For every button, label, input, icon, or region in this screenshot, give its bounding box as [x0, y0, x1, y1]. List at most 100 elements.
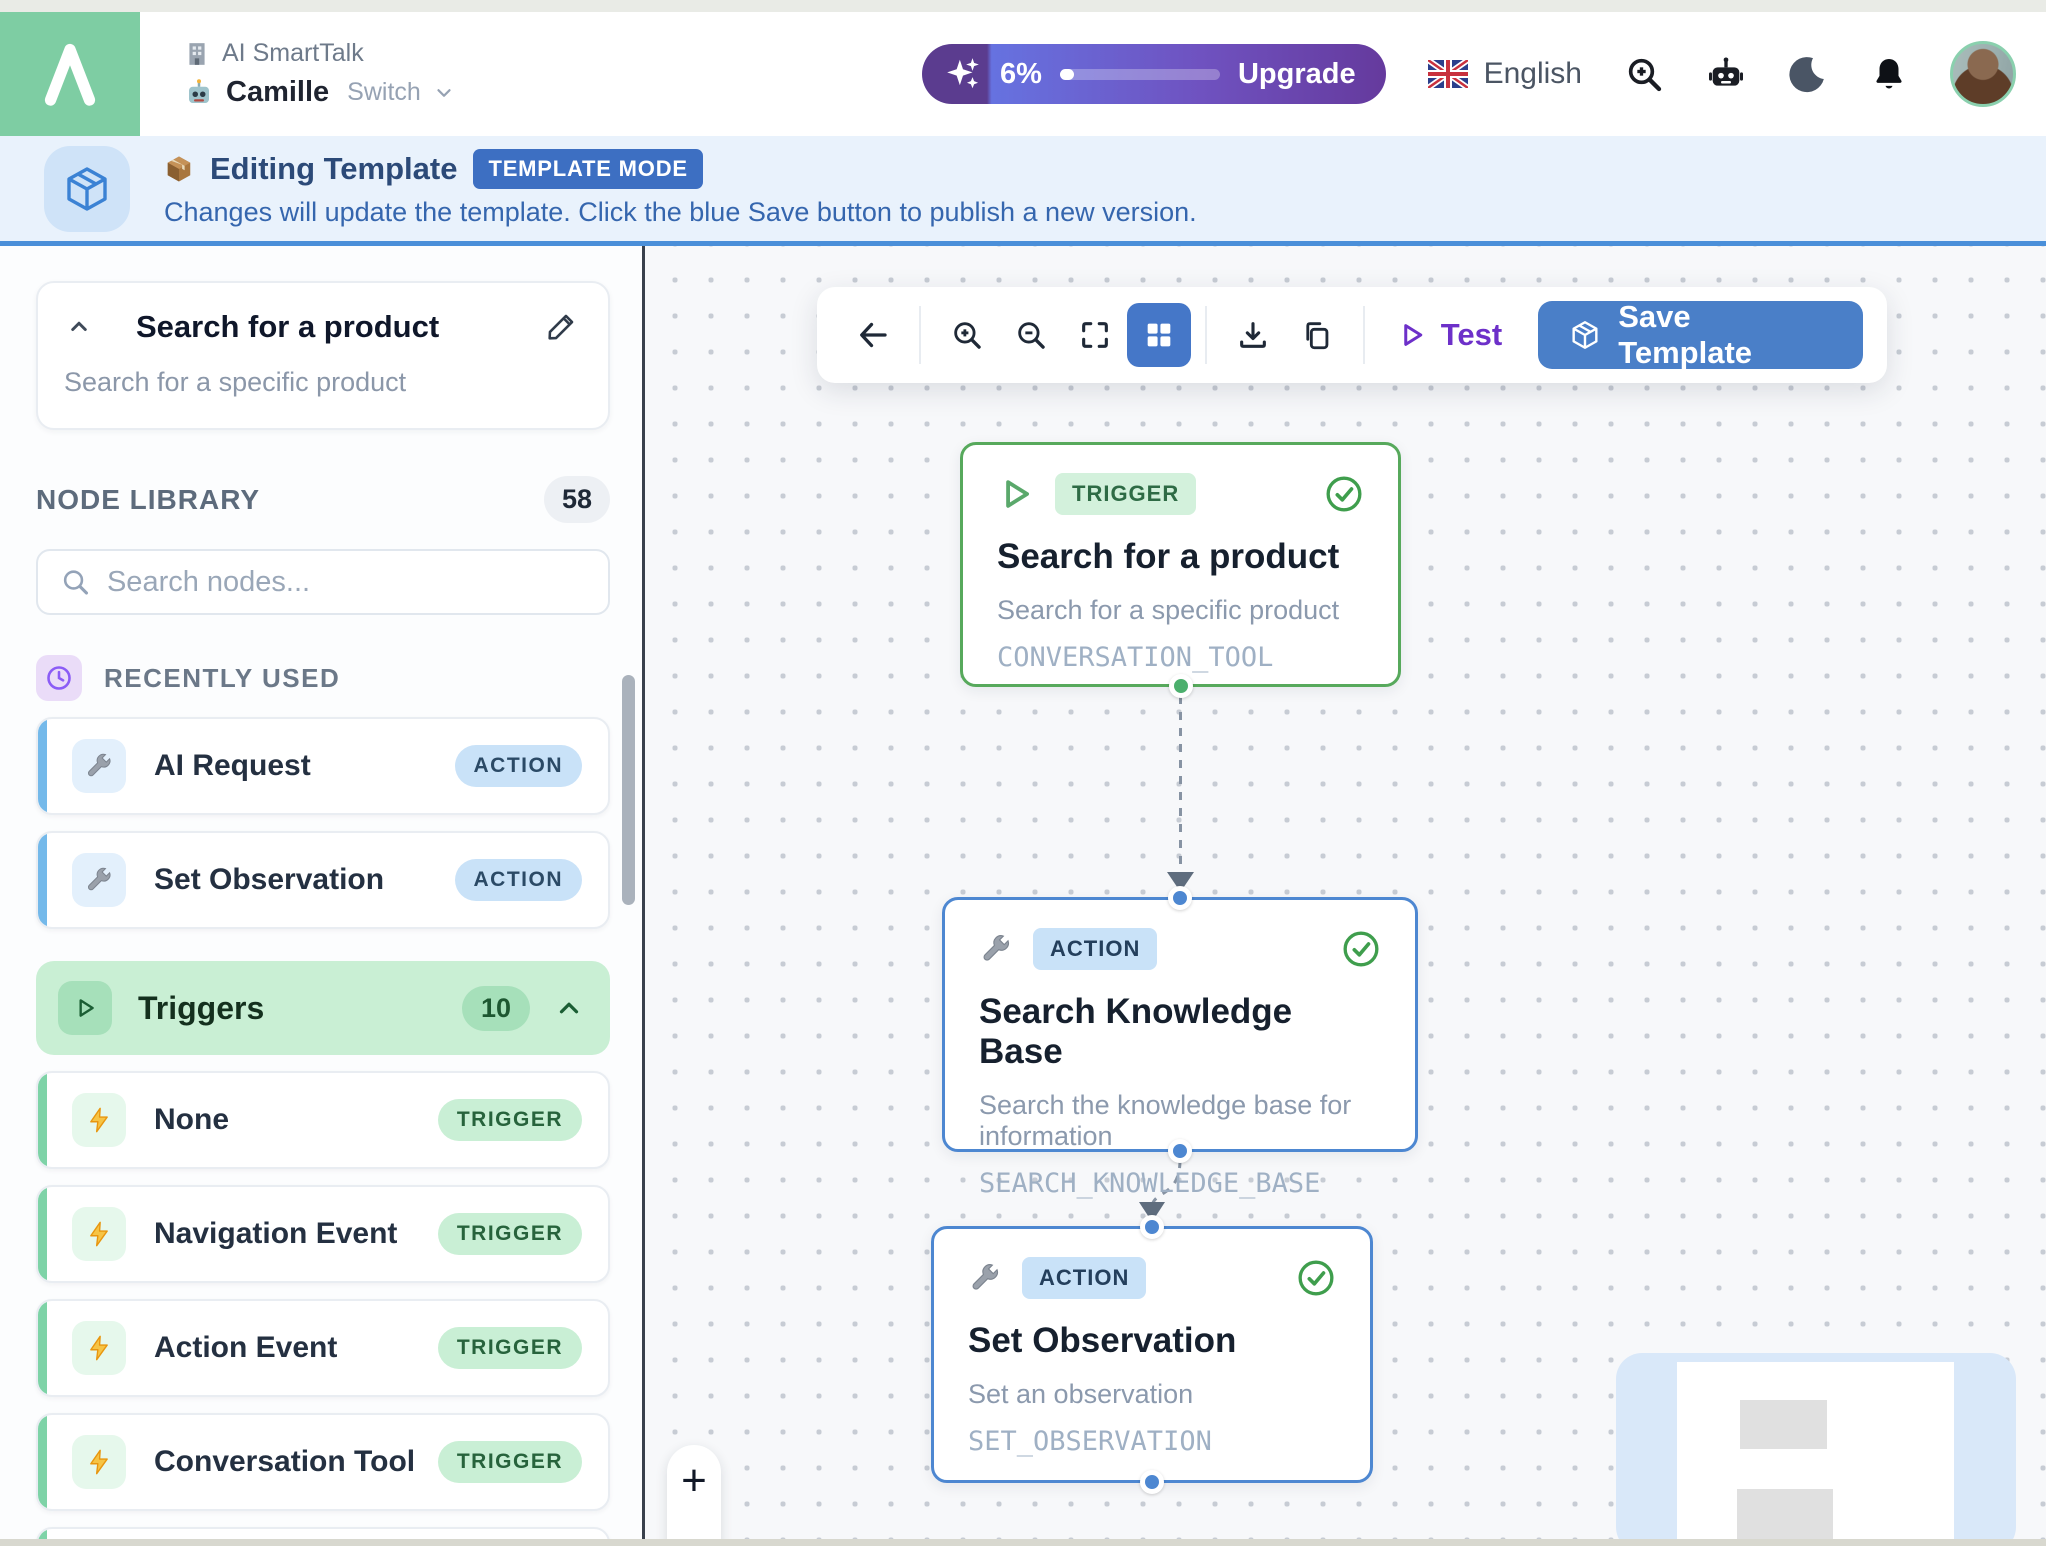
flow-title: Search for a product	[136, 309, 439, 345]
node-output-handle[interactable]	[1169, 674, 1193, 698]
flow-overview-card: Search for a product Search for a specif…	[36, 281, 610, 430]
collapse-chevron-icon[interactable]	[64, 312, 94, 342]
chevron-down-icon[interactable]	[433, 82, 455, 104]
wrench-icon	[968, 1261, 1002, 1295]
edit-pencil-icon[interactable]	[544, 310, 578, 344]
minimap-node	[1740, 1400, 1827, 1449]
template-mode-badge: TEMPLATE MODE	[473, 149, 702, 189]
library-item-none[interactable]: None TRIGGER	[36, 1071, 610, 1169]
lightning-icon	[72, 1093, 126, 1147]
app-logo[interactable]	[0, 12, 140, 136]
action-badge: ACTION	[455, 745, 583, 787]
node-title: Search Knowledge Base	[979, 992, 1381, 1072]
flow-canvas[interactable]: Test Save Template TRIGGER Search for a …	[645, 246, 2046, 1541]
test-label: Test	[1441, 317, 1502, 353]
fit-view-icon[interactable]	[1063, 303, 1127, 367]
banner-description: Changes will update the template. Click …	[164, 197, 1197, 228]
lightning-icon	[72, 1207, 126, 1261]
usage-progress-fill	[1060, 69, 1074, 80]
upgrade-button[interactable]: 6% Upgrade	[922, 44, 1386, 104]
node-type-badge: ACTION	[1022, 1257, 1146, 1299]
banner-title: Editing Template	[210, 151, 457, 187]
library-item-action-event[interactable]: Action Event TRIGGER	[36, 1299, 610, 1397]
search-nodes-input[interactable]	[107, 566, 586, 599]
play-icon-box	[58, 981, 112, 1035]
node-type-badge: TRIGGER	[1055, 473, 1196, 515]
moon-icon[interactable]	[1788, 54, 1828, 94]
trigger-badge: TRIGGER	[438, 1099, 582, 1141]
clock-icon	[45, 664, 73, 692]
library-item-conversation-tool[interactable]: Conversation Tool TRIGGER	[36, 1413, 610, 1511]
agent-switch-link[interactable]: Switch	[347, 78, 421, 107]
check-circle-icon	[1324, 474, 1364, 514]
node-code: CONVERSATION_TOOL	[997, 642, 1364, 673]
check-circle-icon	[1341, 929, 1381, 969]
building-icon	[184, 41, 210, 67]
back-arrow-icon[interactable]	[841, 303, 905, 367]
lambda-logo-icon	[31, 35, 109, 113]
node-input-handle[interactable]	[1140, 1215, 1164, 1239]
package-icon	[1568, 318, 1602, 352]
save-template-button[interactable]: Save Template	[1538, 301, 1863, 369]
library-item-ai-request[interactable]: AI Request ACTION	[36, 717, 610, 815]
template-mode-banner: Editing Template TEMPLATE MODE Changes w…	[0, 136, 2046, 246]
toolbar-divider	[1205, 306, 1207, 364]
node-title: Search for a product	[997, 537, 1364, 577]
triggers-count-badge: 10	[462, 986, 530, 1031]
triggers-section-header[interactable]: Triggers 10	[36, 961, 610, 1055]
window-bottom-strip	[0, 1539, 2046, 1546]
bell-icon[interactable]	[1870, 55, 1908, 93]
usage-percent: 6%	[1000, 58, 1042, 91]
language-selector[interactable]: English	[1428, 57, 1582, 91]
library-item-label: Conversation Tool	[154, 1445, 415, 1479]
lightning-icon	[72, 1435, 126, 1489]
copy-icon[interactable]	[1285, 303, 1349, 367]
trigger-badge: TRIGGER	[438, 1213, 582, 1255]
trigger-badge: TRIGGER	[438, 1327, 582, 1369]
window-top-strip	[0, 0, 2046, 12]
agent-row: Camille Switch	[184, 76, 455, 109]
wrench-icon	[979, 932, 1013, 966]
test-button[interactable]: Test	[1379, 317, 1520, 353]
app-header: AI SmartTalk Camille Switch 6% Upgrade E…	[0, 12, 2046, 136]
flow-description: Search for a specific product	[64, 367, 578, 398]
library-item-label: AI Request	[154, 749, 311, 783]
library-item-set-observation[interactable]: Set Observation ACTION	[36, 831, 610, 929]
save-template-label: Save Template	[1618, 299, 1833, 371]
flow-node-trigger[interactable]: TRIGGER Search for a product Search for …	[960, 442, 1401, 687]
node-output-handle[interactable]	[1168, 1139, 1192, 1163]
toolbar-divider	[1363, 306, 1365, 364]
node-code: SEARCH_KNOWLEDGE_BASE	[979, 1168, 1381, 1199]
zoom-in-button[interactable]: +	[681, 1459, 707, 1503]
node-input-handle[interactable]	[1168, 886, 1192, 910]
library-item-navigation-event[interactable]: Navigation Event TRIGGER	[36, 1185, 610, 1283]
user-avatar[interactable]	[1950, 41, 2016, 107]
play-icon	[1397, 320, 1427, 350]
zoom-in-icon[interactable]	[935, 303, 999, 367]
usage-progress-bar	[1060, 69, 1220, 80]
toolbar-divider	[919, 306, 921, 364]
grid-layout-button[interactable]	[1127, 303, 1191, 367]
sparkles-icon	[944, 55, 982, 93]
grid-layout-icon	[1142, 318, 1176, 352]
zoom-search-icon[interactable]	[1624, 54, 1664, 94]
node-library-heading: NODE LIBRARY	[36, 484, 260, 516]
clock-icon-box	[36, 655, 82, 701]
canvas-toolbar: Test Save Template	[817, 287, 1887, 383]
agent-name: Camille	[226, 76, 329, 109]
robot-icon[interactable]	[1706, 54, 1746, 94]
node-output-handle[interactable]	[1140, 1470, 1164, 1494]
sidebar-scrollbar[interactable]	[622, 675, 635, 905]
node-type-badge: ACTION	[1033, 928, 1157, 970]
canvas-minimap[interactable]	[1616, 1353, 2016, 1541]
workspace-titles: AI SmartTalk Camille Switch	[184, 39, 455, 109]
flow-node-set-observation[interactable]: ACTION Set Observation Set an observatio…	[931, 1226, 1373, 1483]
download-icon[interactable]	[1221, 303, 1285, 367]
canvas-zoom-controls: + −	[667, 1445, 721, 1541]
lightning-icon	[72, 1321, 126, 1375]
node-library-sidebar: Search for a product Search for a specif…	[0, 246, 645, 1541]
flow-node-search-knowledge-base[interactable]: ACTION Search Knowledge Base Search the …	[942, 897, 1418, 1152]
app-name: AI SmartTalk	[222, 39, 364, 68]
header-actions: 6% Upgrade English	[922, 41, 2046, 107]
zoom-out-icon[interactable]	[999, 303, 1063, 367]
